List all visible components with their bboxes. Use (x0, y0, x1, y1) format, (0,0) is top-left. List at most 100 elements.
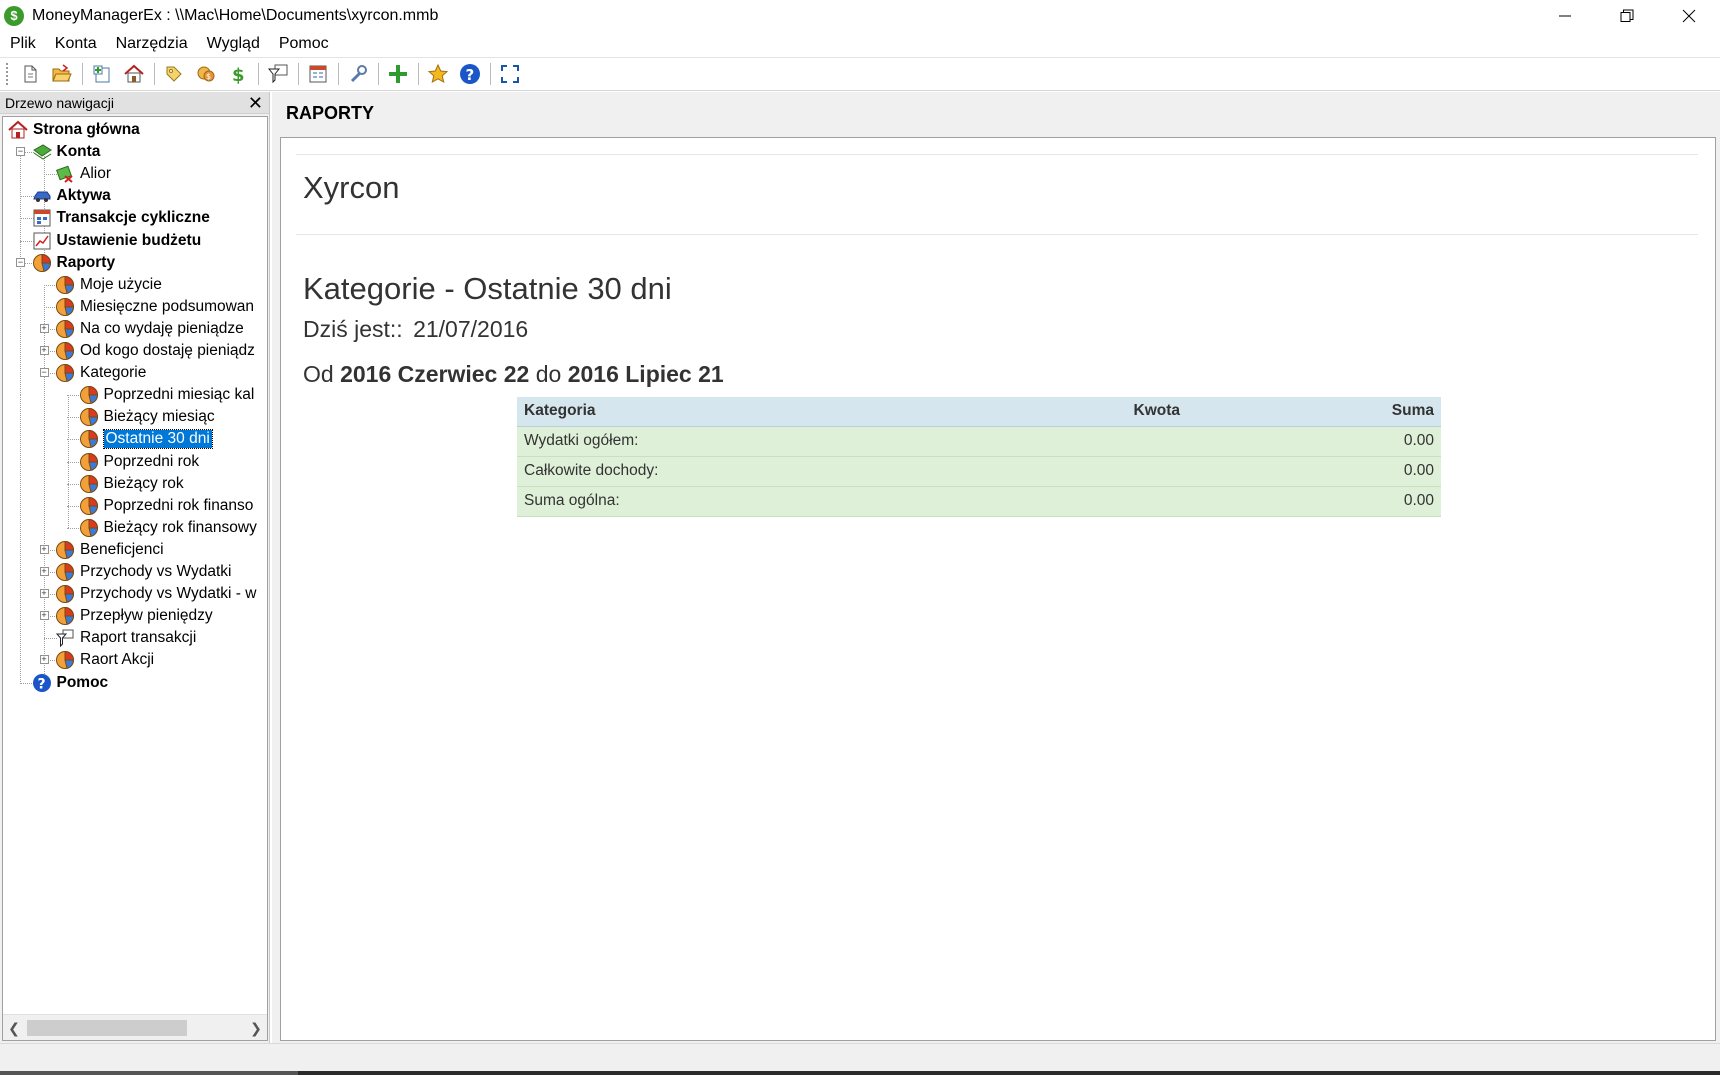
organize-payees-button[interactable] (160, 60, 188, 88)
tree-item[interactable]: Od kogo dostaję pieniądz (55, 340, 255, 362)
transaction-filter-button[interactable] (264, 60, 292, 88)
menu-konta[interactable]: Konta (47, 35, 105, 53)
scroll-left-button[interactable]: ❮ (3, 1015, 25, 1040)
calendar-icon (32, 208, 52, 228)
favorites-button[interactable] (424, 60, 452, 88)
tree-item[interactable]: Raort Akcji (55, 649, 154, 671)
expand-toggle[interactable]: + (39, 544, 49, 554)
tree-item[interactable]: ? Pomoc (32, 672, 108, 694)
tree-item[interactable]: Miesięczne podsumowan (55, 296, 254, 318)
tree-item[interactable]: Kategorie (55, 362, 146, 384)
tree-item[interactable]: Poprzedni rok (79, 451, 199, 473)
tree-item-label: Raport transakcji (80, 629, 197, 647)
tree-item[interactable]: Konta (32, 141, 100, 163)
tree-item-label: Ustawienie budżetu (56, 231, 202, 249)
expand-toggle[interactable]: + (39, 323, 49, 333)
app-logo-icon: $ (4, 5, 24, 26)
tree-item[interactable]: Transakcje cykliczne (32, 207, 210, 229)
tree-item[interactable]: Przychody vs Wydatki (55, 561, 231, 583)
collapse-toggle[interactable]: − (39, 368, 49, 378)
new-account-button[interactable] (88, 60, 116, 88)
horizontal-scrollbar[interactable]: ❮ ❯ (3, 1014, 267, 1040)
row-total: 0.00 (1187, 426, 1441, 457)
fullscreen-button[interactable] (496, 60, 524, 88)
range-from-word: Od (303, 361, 334, 387)
range-to-date: 2016 Lipiec 21 (567, 361, 724, 387)
table-row: Wydatki ogółem: 0.00 (517, 426, 1441, 457)
menu-pomoc[interactable]: Pomoc (271, 35, 337, 53)
tree-item[interactable]: Poprzedni rok finanso (79, 495, 253, 517)
tree-item[interactable]: Na co wydaję pieniądze (55, 318, 244, 340)
toolbar-grip[interactable] (6, 63, 10, 85)
row-category: Całkowite dochody: (517, 456, 1117, 487)
close-button[interactable] (1658, 0, 1720, 31)
fullscreen-icon (501, 65, 519, 83)
help-button[interactable]: ? (456, 60, 484, 88)
options-button[interactable] (344, 60, 372, 88)
tree-item[interactable]: Ustawienie budżetu (32, 230, 202, 252)
nav-close-button[interactable]: ✕ (248, 93, 263, 113)
scroll-right-button[interactable]: ❯ (245, 1015, 267, 1040)
tree-item[interactable]: Bieżący miesiąc (79, 406, 215, 428)
column-header-category[interactable]: Kategoria (517, 397, 1117, 427)
tree-item[interactable]: Ostatnie 30 dni (79, 428, 213, 450)
tree-item[interactable]: Poprzedni miesiąc kal (79, 384, 254, 406)
report-date-range: Od 2016 Czerwiec 22 do 2016 Lipiec 21 (303, 361, 724, 388)
organize-categories-button[interactable]: $ (192, 60, 220, 88)
tree-item[interactable]: Strona główna (8, 119, 140, 141)
home-button[interactable] (120, 60, 148, 88)
pie-chart-icon (79, 407, 99, 427)
expand-toggle[interactable]: + (39, 611, 49, 621)
currency-icon: $ (232, 65, 245, 84)
tree-item-label: Transakcje cykliczne (56, 209, 210, 227)
tree-item-label: Przepływ pieniędzy (80, 607, 213, 625)
expand-toggle[interactable]: + (39, 567, 49, 576)
column-header-amount[interactable]: Kwota (1117, 397, 1187, 427)
budget-button[interactable] (304, 60, 332, 88)
new-database-button[interactable] (16, 60, 44, 88)
row-category: Suma ogólna: (517, 486, 1117, 517)
tree-item[interactable]: Bieżący rok (79, 473, 184, 495)
tree-item[interactable]: Przychody vs Wydatki - w (55, 583, 256, 605)
tree-item[interactable]: Beneficjenci (55, 539, 164, 561)
expand-toggle[interactable]: + (39, 346, 49, 355)
tree-item[interactable]: Moje użycie (55, 274, 162, 296)
column-header-total[interactable]: Suma (1187, 397, 1441, 427)
open-database-button[interactable] (48, 60, 76, 88)
pie-chart-icon (79, 518, 99, 538)
scrollbar-thumb[interactable] (27, 1020, 187, 1036)
tree-item[interactable]: Przepływ pieniędzy (55, 605, 213, 627)
tree-item-label: Moje użycie (80, 275, 162, 293)
new-transaction-button[interactable] (384, 60, 412, 88)
tree-item-label: Bieżący rok finansowy (103, 518, 257, 536)
menu-narzedzia[interactable]: Narzędzia (108, 35, 196, 53)
navigation-tree: Strona główna − Konta Alior Aktywa Transakcje… (2, 116, 268, 1041)
tree-item[interactable]: Aktywa (32, 185, 111, 207)
menu-wyglad[interactable]: Wygląd (199, 35, 268, 53)
tree-item[interactable]: Bieżący rok finansowy (79, 517, 257, 539)
tree-item-label: Przychody vs Wydatki - w (80, 585, 257, 603)
row-total: 0.00 (1187, 486, 1441, 517)
tree-item-label: Ostatnie 30 dni (102, 429, 213, 450)
menu-plik[interactable]: Plik (2, 35, 44, 53)
car-icon (32, 186, 52, 206)
expand-toggle[interactable]: + (39, 589, 49, 599)
minimize-button[interactable] (1534, 0, 1596, 31)
collapse-toggle[interactable]: − (16, 257, 25, 267)
svg-text:$: $ (232, 65, 245, 84)
collapse-toggle[interactable]: − (16, 147, 25, 157)
tree-item[interactable]: Alior (55, 163, 111, 185)
expand-toggle[interactable]: + (39, 655, 49, 665)
pie-chart-icon (55, 650, 75, 670)
toolbar-separator (338, 63, 339, 85)
tree-item[interactable]: Raporty (32, 252, 115, 274)
svg-text:?: ? (466, 66, 475, 84)
restore-button[interactable] (1596, 0, 1658, 31)
help-icon: ? (460, 64, 480, 84)
taskbar-edge (0, 1071, 298, 1075)
pie-chart-icon (55, 319, 75, 339)
minimize-icon (1559, 15, 1571, 16)
currency-button[interactable]: $ (224, 60, 252, 88)
tree-item[interactable]: Raport transakcji (55, 627, 196, 649)
pie-chart-icon (55, 297, 75, 317)
